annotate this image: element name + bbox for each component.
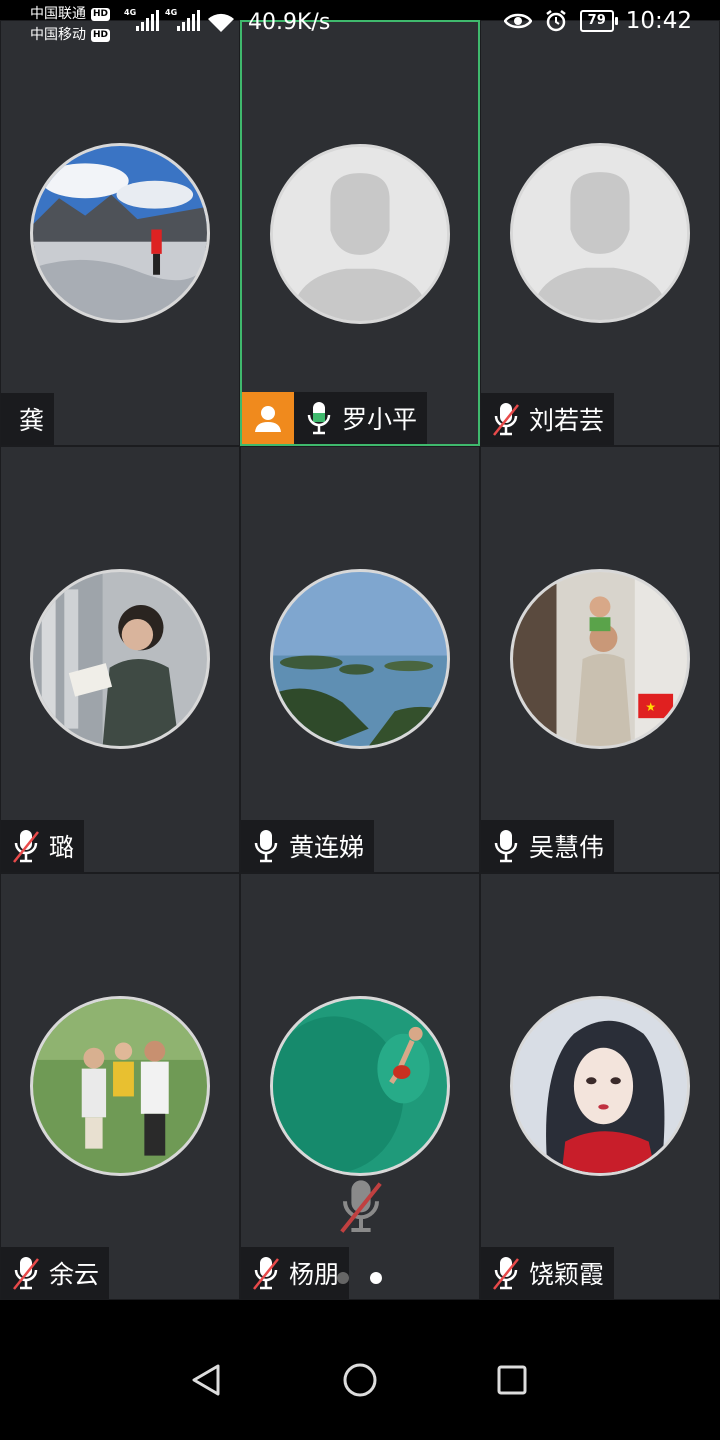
participant-name: 刘若芸 <box>529 406 605 435</box>
default-avatar-icon <box>513 146 687 320</box>
clock: 10:42 <box>625 8 692 34</box>
avatar-photo-family <box>33 999 207 1173</box>
avatar <box>30 996 210 1176</box>
meeting-screen: 中国联通 HD 中国移动 HD 4G 4G 40.9K/s 79 10:42 龚… <box>0 0 720 1440</box>
participant-name: 璐 <box>49 833 75 862</box>
back-icon[interactable] <box>186 1358 230 1402</box>
participant-name: 饶颖霞 <box>529 1260 605 1289</box>
avatar-photo-reading <box>33 572 207 746</box>
recents-icon[interactable] <box>490 1358 534 1402</box>
participant-tile[interactable]: 饶颖霞 <box>480 873 720 1300</box>
hd-badge: HD <box>91 8 111 21</box>
page-indicator-dot-active[interactable] <box>370 1272 382 1284</box>
signal-icons: 4G 4G <box>124 8 200 31</box>
avatar <box>30 143 210 323</box>
page-indicator-dot[interactable] <box>337 1272 349 1284</box>
default-avatar-icon <box>273 147 447 321</box>
mic-muted-icon <box>13 1257 39 1290</box>
participant-tile[interactable]: ★ 吴慧伟 <box>480 446 720 873</box>
name-tag: 罗小平 <box>242 392 428 444</box>
name-tag: 黄连娣 <box>241 820 375 872</box>
mic-muted-icon <box>493 403 519 436</box>
participant-name: 罗小平 <box>342 405 418 434</box>
mic-muted-icon[interactable] <box>337 1176 385 1236</box>
participant-name: 杨朋 <box>289 1260 340 1289</box>
battery-icon: 79 <box>579 10 618 32</box>
name-tag: 璐 <box>1 820 85 872</box>
network-type: 4G <box>165 8 178 17</box>
mic-icon <box>494 830 518 863</box>
participant-tile[interactable]: 余云 <box>0 873 240 1300</box>
name-tag: 吴慧伟 <box>481 820 615 872</box>
avatar <box>270 569 450 749</box>
carrier-2: 中国移动 <box>30 27 86 43</box>
participant-name: 余云 <box>49 1260 100 1289</box>
participant-name: 黄连娣 <box>289 833 365 862</box>
participant-tile[interactable]: 黄连娣 <box>240 446 480 873</box>
carrier-1: 中国联通 <box>30 6 86 22</box>
participant-tile[interactable]: 璐 <box>0 446 240 873</box>
name-tag: 杨朋 <box>241 1247 350 1299</box>
avatar <box>270 144 450 324</box>
mic-icon <box>254 830 278 863</box>
mic-muted-icon <box>253 1257 279 1290</box>
name-tag: 饶颖霞 <box>481 1247 615 1299</box>
avatar-photo-father-child: ★ <box>513 572 687 746</box>
avatar-photo-lake <box>273 572 447 746</box>
avatar-photo-glacier <box>33 146 207 320</box>
name-tag: 刘若芸 <box>481 393 615 445</box>
participant-name: 龚 <box>19 406 45 435</box>
signal-icon: 4G <box>124 8 159 31</box>
avatar <box>270 996 450 1176</box>
participant-grid: 龚 罗小平 刘若芸 璐 黄连娣 ★ 吴慧伟 余云 杨朋 饶颖霞 <box>0 20 720 1300</box>
mic-muted-icon <box>13 830 39 863</box>
status-bar: 中国联通 HD 中国移动 HD 4G 4G 40.9K/s 79 10:42 <box>0 0 720 50</box>
mic-muted-icon <box>493 1257 519 1290</box>
wifi-icon <box>208 13 234 32</box>
participant-tile-active-speaker[interactable]: 罗小平 <box>240 20 480 446</box>
host-badge-icon <box>242 392 294 444</box>
avatar <box>510 143 690 323</box>
avatar <box>510 996 690 1176</box>
avatar-photo-swimmer <box>273 999 447 1173</box>
avatar: ★ <box>510 569 690 749</box>
mic-on-icon <box>307 402 331 435</box>
avatar-photo-illustration <box>513 999 687 1173</box>
name-tag: 龚 <box>1 393 55 445</box>
network-type: 4G <box>124 8 137 17</box>
navigation-bar <box>0 1300 720 1440</box>
name-tag: 余云 <box>1 1247 110 1299</box>
signal-icon: 4G <box>165 8 200 31</box>
svg-text:★: ★ <box>645 700 656 714</box>
participant-tile[interactable]: 龚 <box>0 20 240 446</box>
avatar <box>30 569 210 749</box>
participant-name: 吴慧伟 <box>529 833 605 862</box>
alarm-icon <box>545 10 566 32</box>
network-speed: 40.9K/s <box>248 10 331 35</box>
carrier-info: 中国联通 HD 中国移动 HD <box>30 4 111 46</box>
hd-badge: HD <box>91 29 111 42</box>
status-right: 79 10:42 <box>503 8 692 34</box>
home-icon[interactable] <box>338 1358 382 1402</box>
participant-tile[interactable]: 刘若芸 <box>480 20 720 446</box>
eye-icon <box>503 13 532 29</box>
